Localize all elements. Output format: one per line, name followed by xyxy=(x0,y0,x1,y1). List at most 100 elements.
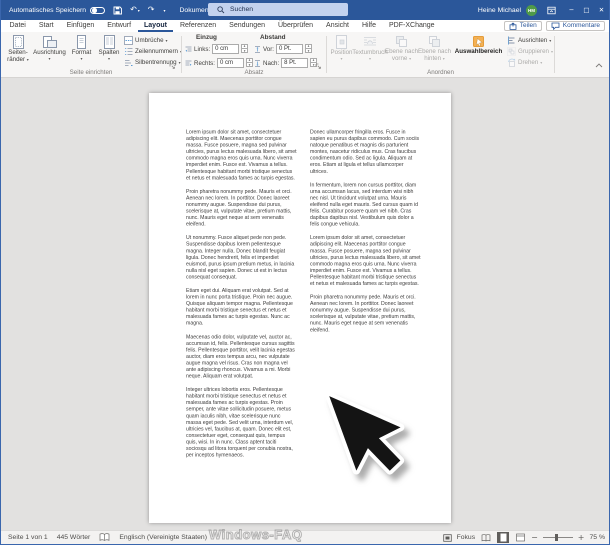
web-layout-button[interactable] xyxy=(514,532,526,543)
page-size-button[interactable]: Format ▾ xyxy=(68,32,95,70)
field-label: Links: xyxy=(194,46,210,53)
align-button[interactable]: Ausrichten▾ xyxy=(507,35,553,45)
word-count[interactable]: 445 Wörter xyxy=(57,534,91,541)
ribbon-tab[interactable]: Sendungen xyxy=(223,20,272,32)
zoom-slider[interactable] xyxy=(543,533,573,542)
page-margins-button[interactable]: Seiten- ränder ▾ xyxy=(5,32,31,70)
orientation-button[interactable]: Ausrichtung ▾ xyxy=(31,32,68,70)
indent-header: Einzug xyxy=(196,34,217,41)
group-arrange: Position ▾ Textumbruch ▾ Ebene nach vorn… xyxy=(328,32,553,77)
language-indicator[interactable]: Englisch (Vereinigte Staaten) xyxy=(119,534,207,541)
user-name[interactable]: Heine Michael xyxy=(478,7,521,14)
spin-up-icon[interactable]: ▾ xyxy=(241,44,248,49)
spacing-after-field: Nach: 8 Pt. ▾▾ xyxy=(254,58,317,68)
group-label-arrange: Anordnen xyxy=(328,69,553,76)
position-button[interactable]: Position ▾ xyxy=(328,32,355,70)
undo-dropdown-caret-icon[interactable]: ▾ xyxy=(138,8,140,13)
spin-up-icon[interactable]: ▾ xyxy=(246,58,253,63)
indent-right-input[interactable]: 0 cm xyxy=(217,58,244,68)
paragraph[interactable]: Proin pharetra nonummy pede. Mauris et o… xyxy=(186,188,297,227)
zoom-slider-thumb[interactable] xyxy=(555,534,559,541)
selection-pane-icon xyxy=(472,35,486,48)
page-indicator[interactable]: Seite 1 von 1 xyxy=(8,534,48,541)
save-button[interactable] xyxy=(113,6,122,15)
focus-button[interactable]: Fokus xyxy=(457,534,476,541)
ribbon-tab[interactable]: Entwurf xyxy=(101,20,138,32)
zoom-level[interactable]: 75 % xyxy=(590,534,606,541)
spacing-before-field: Vor: 0 Pt. ▾▾ xyxy=(254,44,312,54)
ribbon-tab[interactable]: Referenzen xyxy=(173,20,222,32)
share-label: Teilen xyxy=(520,21,537,31)
field-label: Vor: xyxy=(263,46,274,53)
ribbon-tab[interactable]: Hilfe xyxy=(356,20,383,32)
share-button[interactable]: Teilen xyxy=(504,21,542,31)
paragraph[interactable]: Proin pharetra nonummy pede. Mauris et o… xyxy=(310,294,421,333)
ribbon-tab[interactable]: Einfügen xyxy=(60,20,101,32)
qat-customize-button[interactable]: ▾ xyxy=(163,8,166,13)
avatar[interactable]: HM xyxy=(526,5,537,16)
dropdown-caret-icon: ▾ xyxy=(166,38,168,43)
bring-forward-button[interactable]: Ebene nach vorne ▾ xyxy=(385,32,418,70)
ribbon-tab[interactable]: Start xyxy=(32,20,60,32)
paragraph[interactable]: Lorem ipsum dolor sit amet, consectetuer… xyxy=(186,129,297,181)
zoom-out-button[interactable]: − xyxy=(531,534,538,542)
minimize-button[interactable]: ─ xyxy=(564,6,579,14)
spacing-before-input[interactable]: 0 Pt. xyxy=(276,44,303,54)
read-mode-icon xyxy=(481,534,491,542)
proofing-book-icon[interactable] xyxy=(99,533,110,542)
breaks-button[interactable]: Umbrüche▾ xyxy=(124,35,182,45)
ribbon-tab[interactable]: Ansicht xyxy=(320,20,356,32)
indent-left-icon xyxy=(185,46,192,53)
indent-left-input[interactable]: 0 cm xyxy=(212,44,239,54)
autosave-toggle[interactable] xyxy=(90,7,105,14)
ribbon-tab[interactable]: Überprüfen xyxy=(272,20,320,32)
print-layout-button[interactable] xyxy=(497,532,509,543)
document-page[interactable]: Lorem ipsum dolor sit amet, consectetuer… xyxy=(149,93,451,523)
spin-up-icon[interactable]: ▾ xyxy=(305,44,312,49)
paragraph[interactable]: Donec ullamcorper fringilla eros. Fusce … xyxy=(310,129,421,175)
send-backward-button[interactable]: Ebene nach hinten ▾ xyxy=(418,32,451,70)
spacing-before-icon xyxy=(254,46,261,53)
chevron-down-icon: ▾ xyxy=(164,8,166,13)
paragraph[interactable]: In fermentum, lorem non cursus porttitor… xyxy=(310,182,421,228)
dropdown-caret-icon: ▾ xyxy=(549,38,551,43)
text-column-left: Lorem ipsum dolor sit amet, consectetuer… xyxy=(186,129,297,466)
ribbon-tab[interactable]: Layout xyxy=(138,20,174,32)
columns-button[interactable]: Spalten ▾ xyxy=(95,32,123,70)
line-numbers-button[interactable]: Zeilennummern▾ xyxy=(124,46,182,56)
group-button[interactable]: Gruppieren▾ xyxy=(507,46,553,56)
collapse-ribbon-button[interactable] xyxy=(595,55,603,73)
page-setup-dialog-launcher[interactable] xyxy=(169,57,176,75)
ribbon-display-options-button[interactable] xyxy=(547,6,556,15)
paragraph[interactable]: Maecenas odio dolor, vulputate vel, auct… xyxy=(186,334,297,380)
group-label-page-setup: Seite einrichten xyxy=(3,69,179,76)
dropdown-caret-icon: ▾ xyxy=(540,60,542,65)
paragraph[interactable]: Lorem ipsum dolor sit amet, consectetuer… xyxy=(310,235,421,287)
read-mode-button[interactable] xyxy=(480,532,492,543)
paragraph[interactable]: Integer ultrices lobortis eros. Pellente… xyxy=(186,387,297,459)
mouse-cursor-graphic xyxy=(319,383,447,509)
comments-button[interactable]: Kommentare xyxy=(546,21,605,31)
ribbon: Seiten- ränder ▾ Ausrichtung ▾ Format ▾ … xyxy=(1,32,609,78)
ribbon-tab[interactable]: PDF-XChange xyxy=(383,20,442,32)
ribbon-tab[interactable]: Datei xyxy=(3,20,32,32)
zoom-in-button[interactable]: + xyxy=(578,534,585,542)
text-wrap-button[interactable]: Textumbruch ▾ xyxy=(355,32,385,70)
selection-pane-button[interactable]: Auswahlbereich xyxy=(451,32,506,70)
paragraph[interactable]: Etiam eget dui. Aliquam erat volutpat. S… xyxy=(186,287,297,326)
ribbon-tab-row: DateiStartEinfügenEntwurfLayoutReferenze… xyxy=(1,20,609,32)
align-icon xyxy=(507,36,516,45)
maximize-button[interactable]: □ xyxy=(579,6,594,14)
toggle-knob xyxy=(92,8,97,13)
rotate-button[interactable]: Drehen▾ xyxy=(507,57,553,67)
undo-button[interactable]: ↶▾ xyxy=(130,6,140,14)
paragraph[interactable]: Ut nonummy. Fusce aliquet pede non pede.… xyxy=(186,235,297,281)
search-box[interactable]: Suchen xyxy=(208,3,348,16)
redo-button[interactable]: ↷ xyxy=(148,6,155,14)
paragraph-dialog-launcher[interactable] xyxy=(315,57,322,75)
dropdown-caret-icon: ▾ xyxy=(369,56,371,61)
close-button[interactable]: ✕ xyxy=(594,6,609,14)
comment-icon xyxy=(551,22,560,30)
search-placeholder: Suchen xyxy=(230,6,253,13)
spacing-after-input[interactable]: 8 Pt. xyxy=(281,58,308,68)
